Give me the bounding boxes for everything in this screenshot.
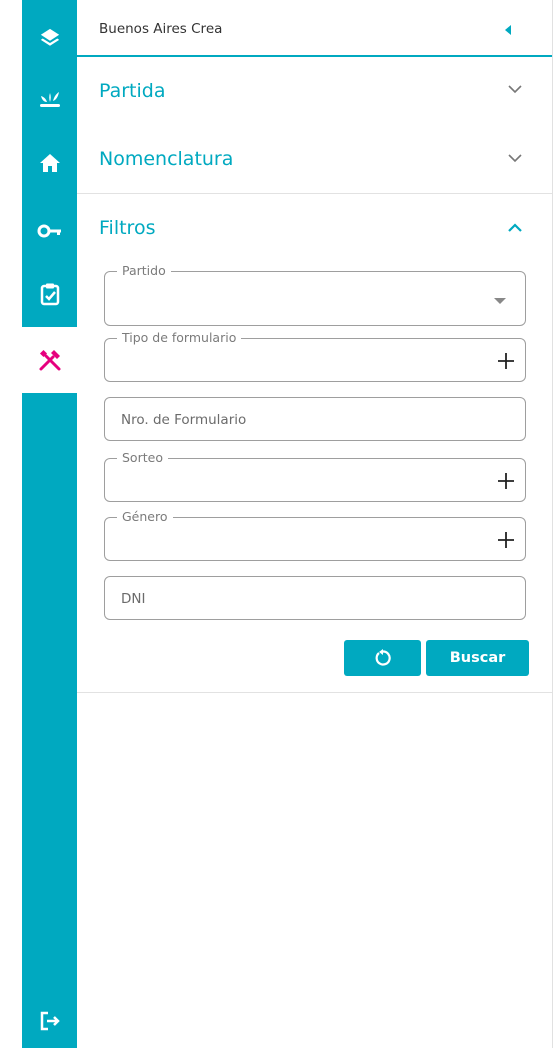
panel-header: Buenos Aires Crea — [77, 0, 552, 57]
sidebar — [22, 0, 77, 1048]
tipo-formulario-field[interactable]: Tipo de formulario — [104, 330, 526, 382]
chevron-down-icon[interactable] — [508, 154, 522, 163]
sprout-icon — [39, 92, 60, 107]
dni-placeholder: DNI — [121, 591, 146, 607]
tools-icon — [39, 349, 60, 371]
sidebar-item-tools[interactable] — [22, 327, 77, 393]
clipboard-check-icon — [40, 283, 59, 306]
logout-button[interactable] — [22, 988, 77, 1054]
plus-icon[interactable] — [498, 473, 514, 489]
nro-formulario-placeholder: Nro. de Formulario — [121, 412, 247, 428]
tipo-formulario-label: Tipo de formulario — [117, 330, 242, 345]
app-title: Buenos Aires Crea — [99, 21, 223, 37]
sorteo-label: Sorteo — [117, 450, 168, 465]
sidebar-item-key[interactable] — [22, 198, 77, 264]
chevron-up-icon[interactable] — [508, 223, 522, 232]
partido-select[interactable]: Partido — [104, 263, 526, 326]
genero-field[interactable]: Género — [104, 509, 526, 561]
home-icon — [39, 154, 60, 172]
section-title-nomenclatura: Nomenclatura — [99, 148, 234, 170]
section-title-partida: Partida — [99, 80, 166, 102]
collapse-panel-icon[interactable] — [505, 25, 511, 35]
dni-input[interactable]: DNI — [104, 576, 526, 620]
nro-formulario-input[interactable]: Nro. de Formulario — [104, 397, 526, 441]
sorteo-field[interactable]: Sorteo — [104, 450, 526, 502]
section-title-filtros: Filtros — [99, 217, 156, 239]
plus-icon[interactable] — [498, 353, 514, 369]
key-icon — [37, 224, 61, 238]
partido-label: Partido — [117, 263, 171, 278]
reset-icon — [375, 649, 391, 666]
search-button[interactable]: Buscar — [426, 640, 529, 676]
layers-icon — [40, 28, 59, 46]
plus-icon[interactable] — [498, 532, 514, 548]
dropdown-arrow-icon — [494, 298, 506, 304]
filters-bottom-divider — [77, 692, 552, 693]
sidebar-item-layers[interactable] — [22, 5, 77, 71]
chevron-down-icon[interactable] — [508, 85, 522, 94]
sidebar-item-home[interactable] — [22, 130, 77, 196]
logout-icon — [40, 1011, 60, 1031]
filter-panel: Buenos Aires Crea Partida Nomenclatura F… — [77, 0, 553, 1048]
sidebar-item-clipboard[interactable] — [22, 261, 77, 327]
genero-label: Género — [117, 509, 173, 524]
sidebar-item-sprout[interactable] — [22, 66, 77, 132]
reset-button[interactable] — [344, 640, 421, 676]
section-divider — [77, 193, 552, 194]
